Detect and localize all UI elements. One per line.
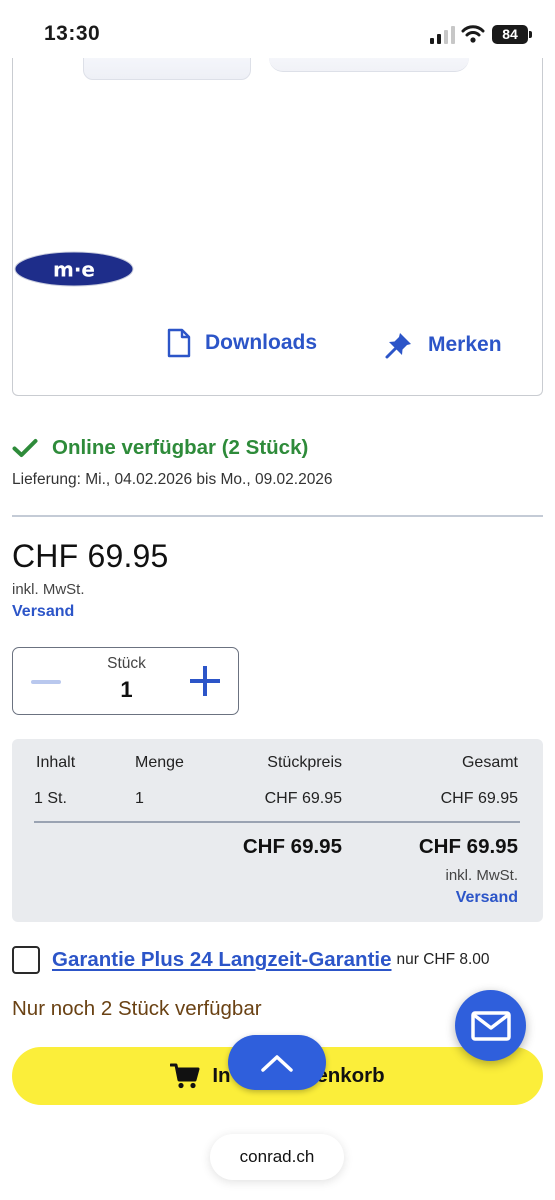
delivery-estimate: Lieferung: Mi., 04.02.2026 bis Mo., 09.0… — [12, 471, 333, 488]
contact-button[interactable] — [455, 990, 526, 1061]
product-price: CHF 69.95 — [12, 538, 169, 574]
scroll-to-top-button[interactable] — [228, 1035, 326, 1090]
guarantee-option: Garantie Plus 24 Langzeit-Garantie nur C… — [12, 946, 490, 974]
product-image-card: m·e Downloads Merken — [12, 58, 543, 396]
pin-icon — [385, 333, 411, 359]
table-total-unit-price: CHF 69.95 — [242, 835, 342, 858]
status-bar: 13:30 84 — [0, 0, 555, 66]
price-breakdown-table: Inhalt Menge Stückpreis Gesamt 1 St. 1 C… — [12, 739, 543, 922]
browser-url-bar[interactable]: conrad.ch — [210, 1134, 344, 1180]
table-shipping-link[interactable]: Versand — [456, 889, 518, 907]
product-image-secondary[interactable] — [269, 58, 469, 72]
product-image[interactable] — [83, 58, 251, 80]
guarantee-link[interactable]: Garantie Plus 24 Langzeit-Garantie — [52, 948, 392, 972]
availability-status: Online verfügbar (2 Stück) — [12, 436, 308, 460]
chevron-up-icon — [261, 1054, 293, 1072]
table-vat-note: inkl. MwSt. — [445, 867, 518, 884]
mail-icon — [470, 1010, 511, 1041]
availability-text: Online verfügbar (2 Stück) — [52, 436, 309, 459]
status-time: 13:30 — [44, 22, 101, 45]
guarantee-checkbox[interactable] — [12, 946, 40, 974]
wifi-icon — [461, 25, 485, 43]
battery-tip — [529, 31, 532, 38]
merken-label: Merken — [428, 333, 502, 356]
vat-note: inkl. MwSt. — [12, 581, 85, 598]
table-cell-menge: 1 — [135, 790, 144, 807]
increment-button[interactable] — [190, 666, 220, 696]
table-header-inhalt: Inhalt — [36, 754, 76, 771]
downloads-link[interactable]: Downloads — [167, 328, 317, 358]
svg-text:m·e: m·e — [53, 258, 95, 282]
brand-logo-icon[interactable]: m·e — [14, 250, 136, 288]
cart-icon — [170, 1063, 200, 1089]
table-cell-inhalt: 1 St. — [34, 790, 67, 807]
table-divider — [34, 821, 520, 823]
guarantee-price: nur CHF 8.00 — [396, 951, 490, 968]
table-header-gesamt: Gesamt — [461, 754, 518, 771]
shipping-link[interactable]: Versand — [12, 603, 74, 621]
table-cell-gesamt: CHF 69.95 — [440, 790, 518, 807]
table-total-sum: CHF 69.95 — [418, 835, 518, 858]
downloads-label: Downloads — [205, 331, 318, 354]
cellular-signal-icon — [430, 26, 455, 44]
checkmark-icon — [12, 439, 38, 457]
document-icon — [167, 328, 191, 358]
table-header-stueckpreis: Stückpreis — [267, 754, 342, 771]
table-header-menge: Menge — [135, 754, 184, 771]
merken-link[interactable]: Merken — [384, 330, 502, 360]
battery-icon: 84 — [492, 25, 528, 44]
stock-warning: Nur noch 2 Stück verfügbar — [12, 997, 262, 1020]
section-divider — [12, 515, 543, 517]
quantity-stepper: Stück 1 — [12, 647, 239, 715]
table-cell-stueckpreis: CHF 69.95 — [264, 790, 342, 807]
